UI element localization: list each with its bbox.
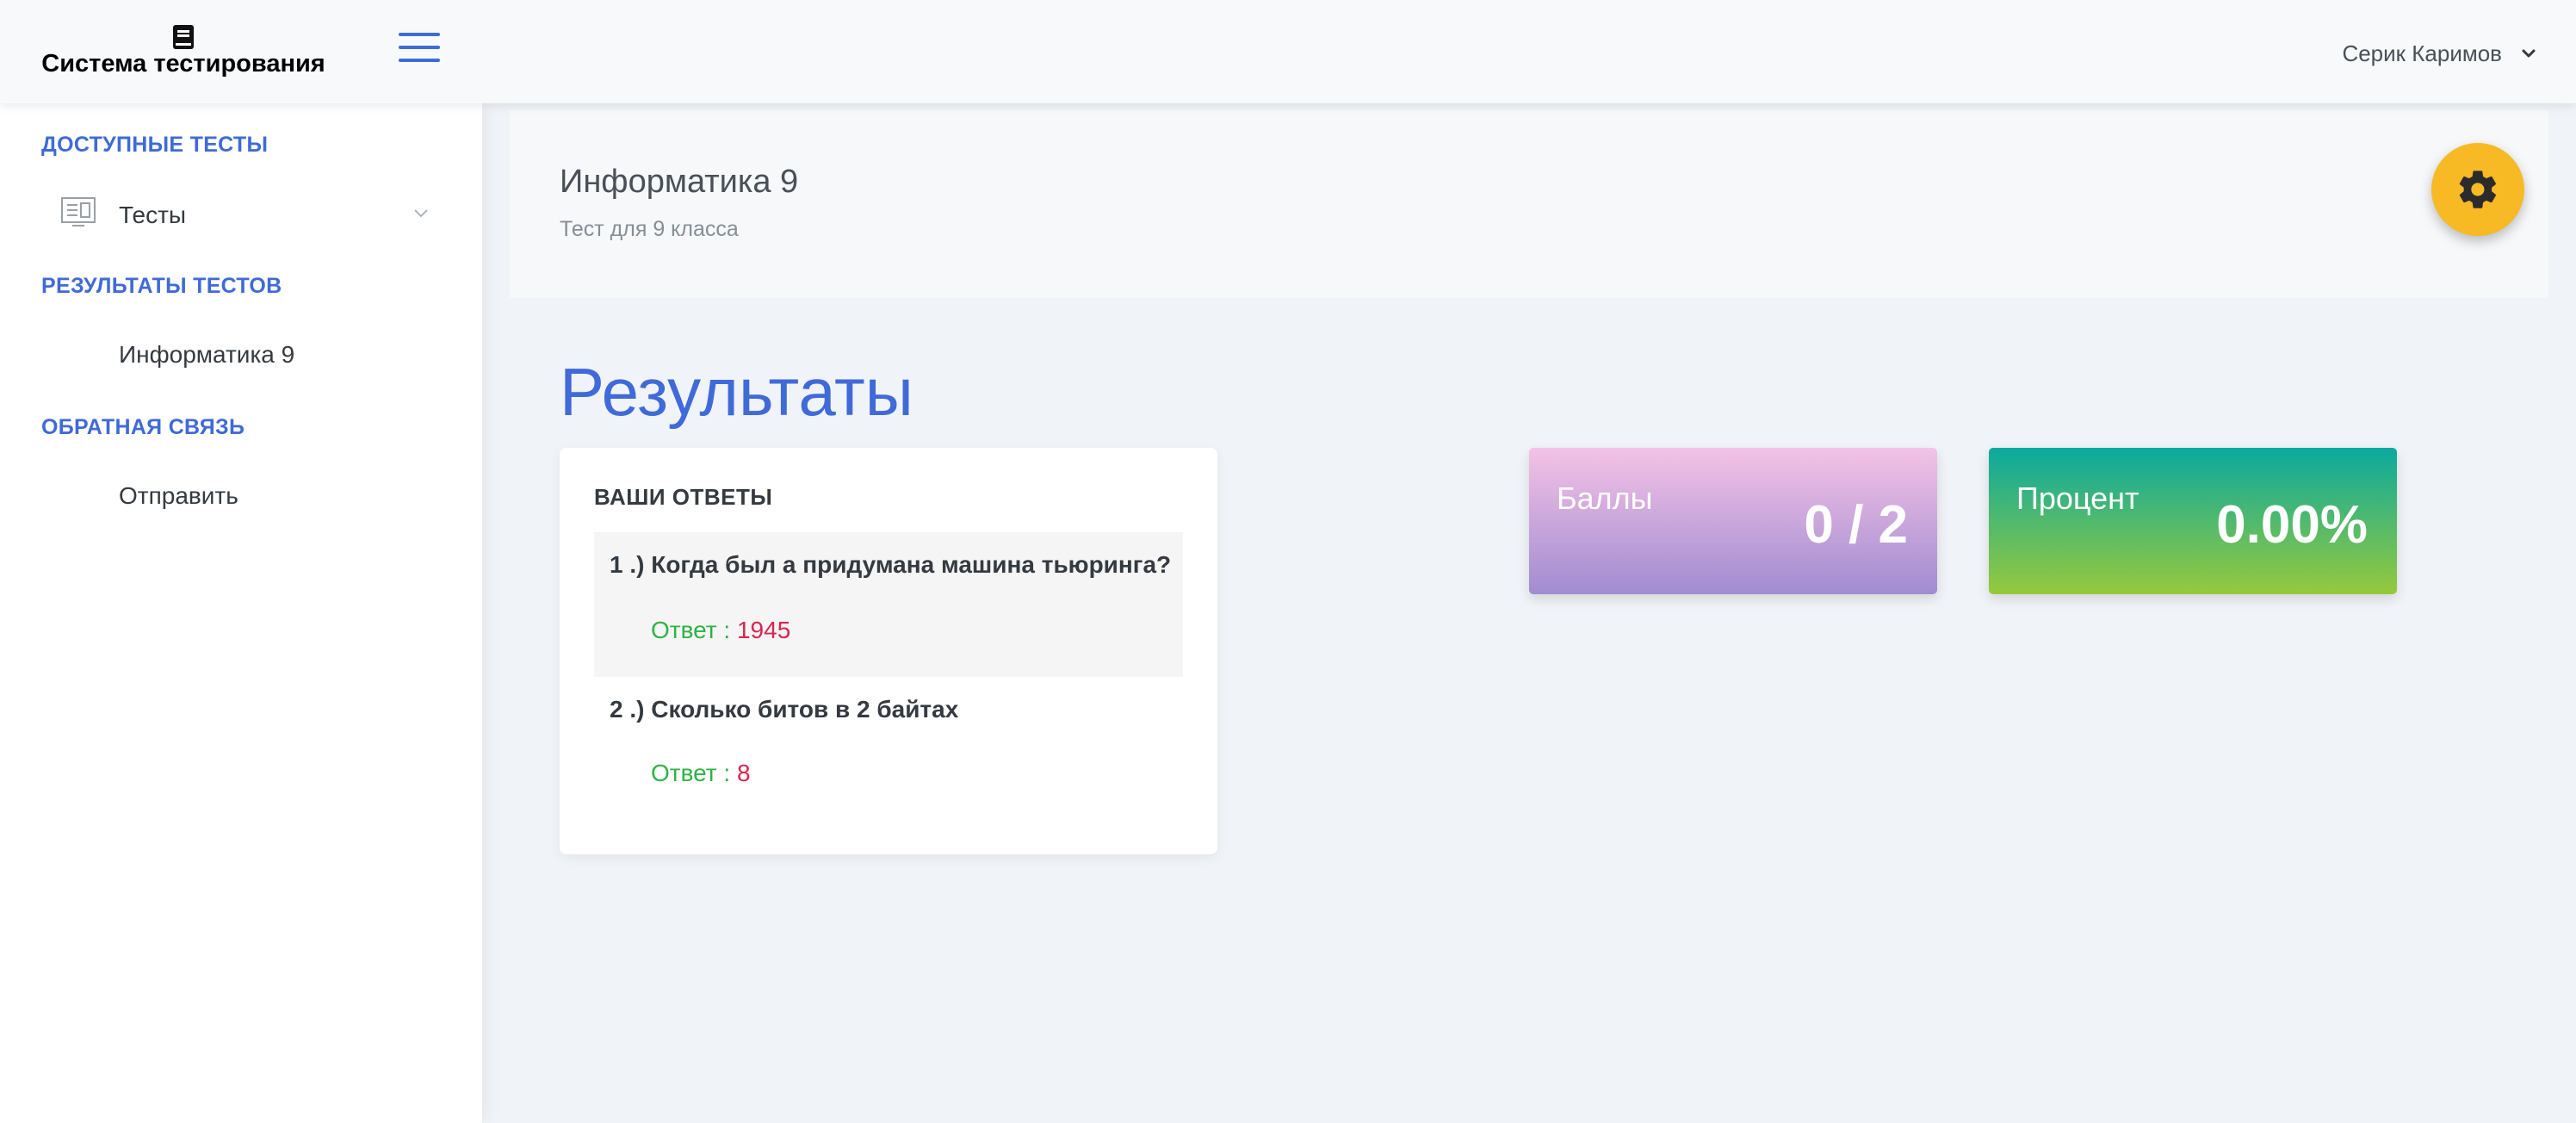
percent-value: 0.00% [2216,495,2368,555]
question-text: 2 .) Сколько битов в 2 байтах [610,696,959,723]
answer-item: 2 .) Сколько битов в 2 байтах Ответ : 8 [594,677,1183,822]
page-title-block: Информатика 9 Тест для 9 класса [510,110,2548,298]
sidebar-heading-test-results: РЕЗУЛЬТАТЫ ТЕСТОВ [41,274,282,298]
sidebar-item-label: Тесты [119,202,187,228]
answer-label: Ответ : [651,617,731,643]
user-name: Серик Каримов [2342,40,2502,66]
sidebar: ДОСТУПНЫЕ ТЕСТЫ Тесты РЕЗУЛЬТАТЫ ТЕСТОВ … [0,103,482,1123]
answer-label: Ответ : [651,760,731,786]
app-header: Система тестирования Серик Каримов [0,0,2576,103]
sidebar-item-label: Информатика 9 [119,341,295,368]
sidebar-item-tests[interactable]: Тесты [26,189,430,241]
answer-value: 1945 [736,617,791,643]
chevron-down-icon [2522,49,2536,58]
app-logo[interactable]: Система тестирования [0,0,367,103]
page-title: Информатика 9 [560,164,799,200]
hamburger-line [399,46,440,49]
user-menu[interactable]: Серик Каримов [2342,36,2536,71]
hamburger-icon [399,33,440,36]
settings-button[interactable] [2431,143,2524,236]
question-text: 1 .) Когда был а придумана машина тьюрин… [610,551,1172,578]
answer-item: 1 .) Когда был а придумана машина тьюрин… [594,532,1183,677]
sidebar-heading-feedback: ОБРАТНАЯ СВЯЗЬ [41,415,245,439]
results-heading: Результаты [560,354,913,430]
answer-line: Ответ : 8 [651,760,751,787]
app-title: Система тестирования [41,50,325,78]
score-label: Баллы [1557,481,1653,516]
score-value: 0 / 2 [1804,495,1908,555]
hamburger-line [399,59,440,62]
monitor-icon [61,197,96,226]
answer-value: 8 [736,760,751,786]
page-subtitle: Тест для 9 класса [560,217,739,241]
menu-toggle-button[interactable] [399,33,442,62]
gear-icon [2459,171,2496,208]
sidebar-item-informatics-9[interactable]: Информатика 9 [26,329,430,381]
sidebar-item-label: Отправить [119,482,238,509]
score-card: Баллы 0 / 2 [1529,448,1937,594]
sidebar-item-send[interactable]: Отправить [26,470,430,522]
chevron-down-icon [414,209,428,218]
percent-label: Процент [2016,481,2139,516]
sidebar-heading-available-tests: ДОСТУПНЫЕ ТЕСТЫ [41,133,269,157]
answers-card: ВАШИ ОТВЕТЫ 1 .) Когда был а придумана м… [560,448,1217,854]
book-icon [173,25,194,49]
answer-line: Ответ : 1945 [651,617,790,644]
answers-title: ВАШИ ОТВЕТЫ [594,484,773,510]
percent-card: Процент 0.00% [1989,448,2397,594]
